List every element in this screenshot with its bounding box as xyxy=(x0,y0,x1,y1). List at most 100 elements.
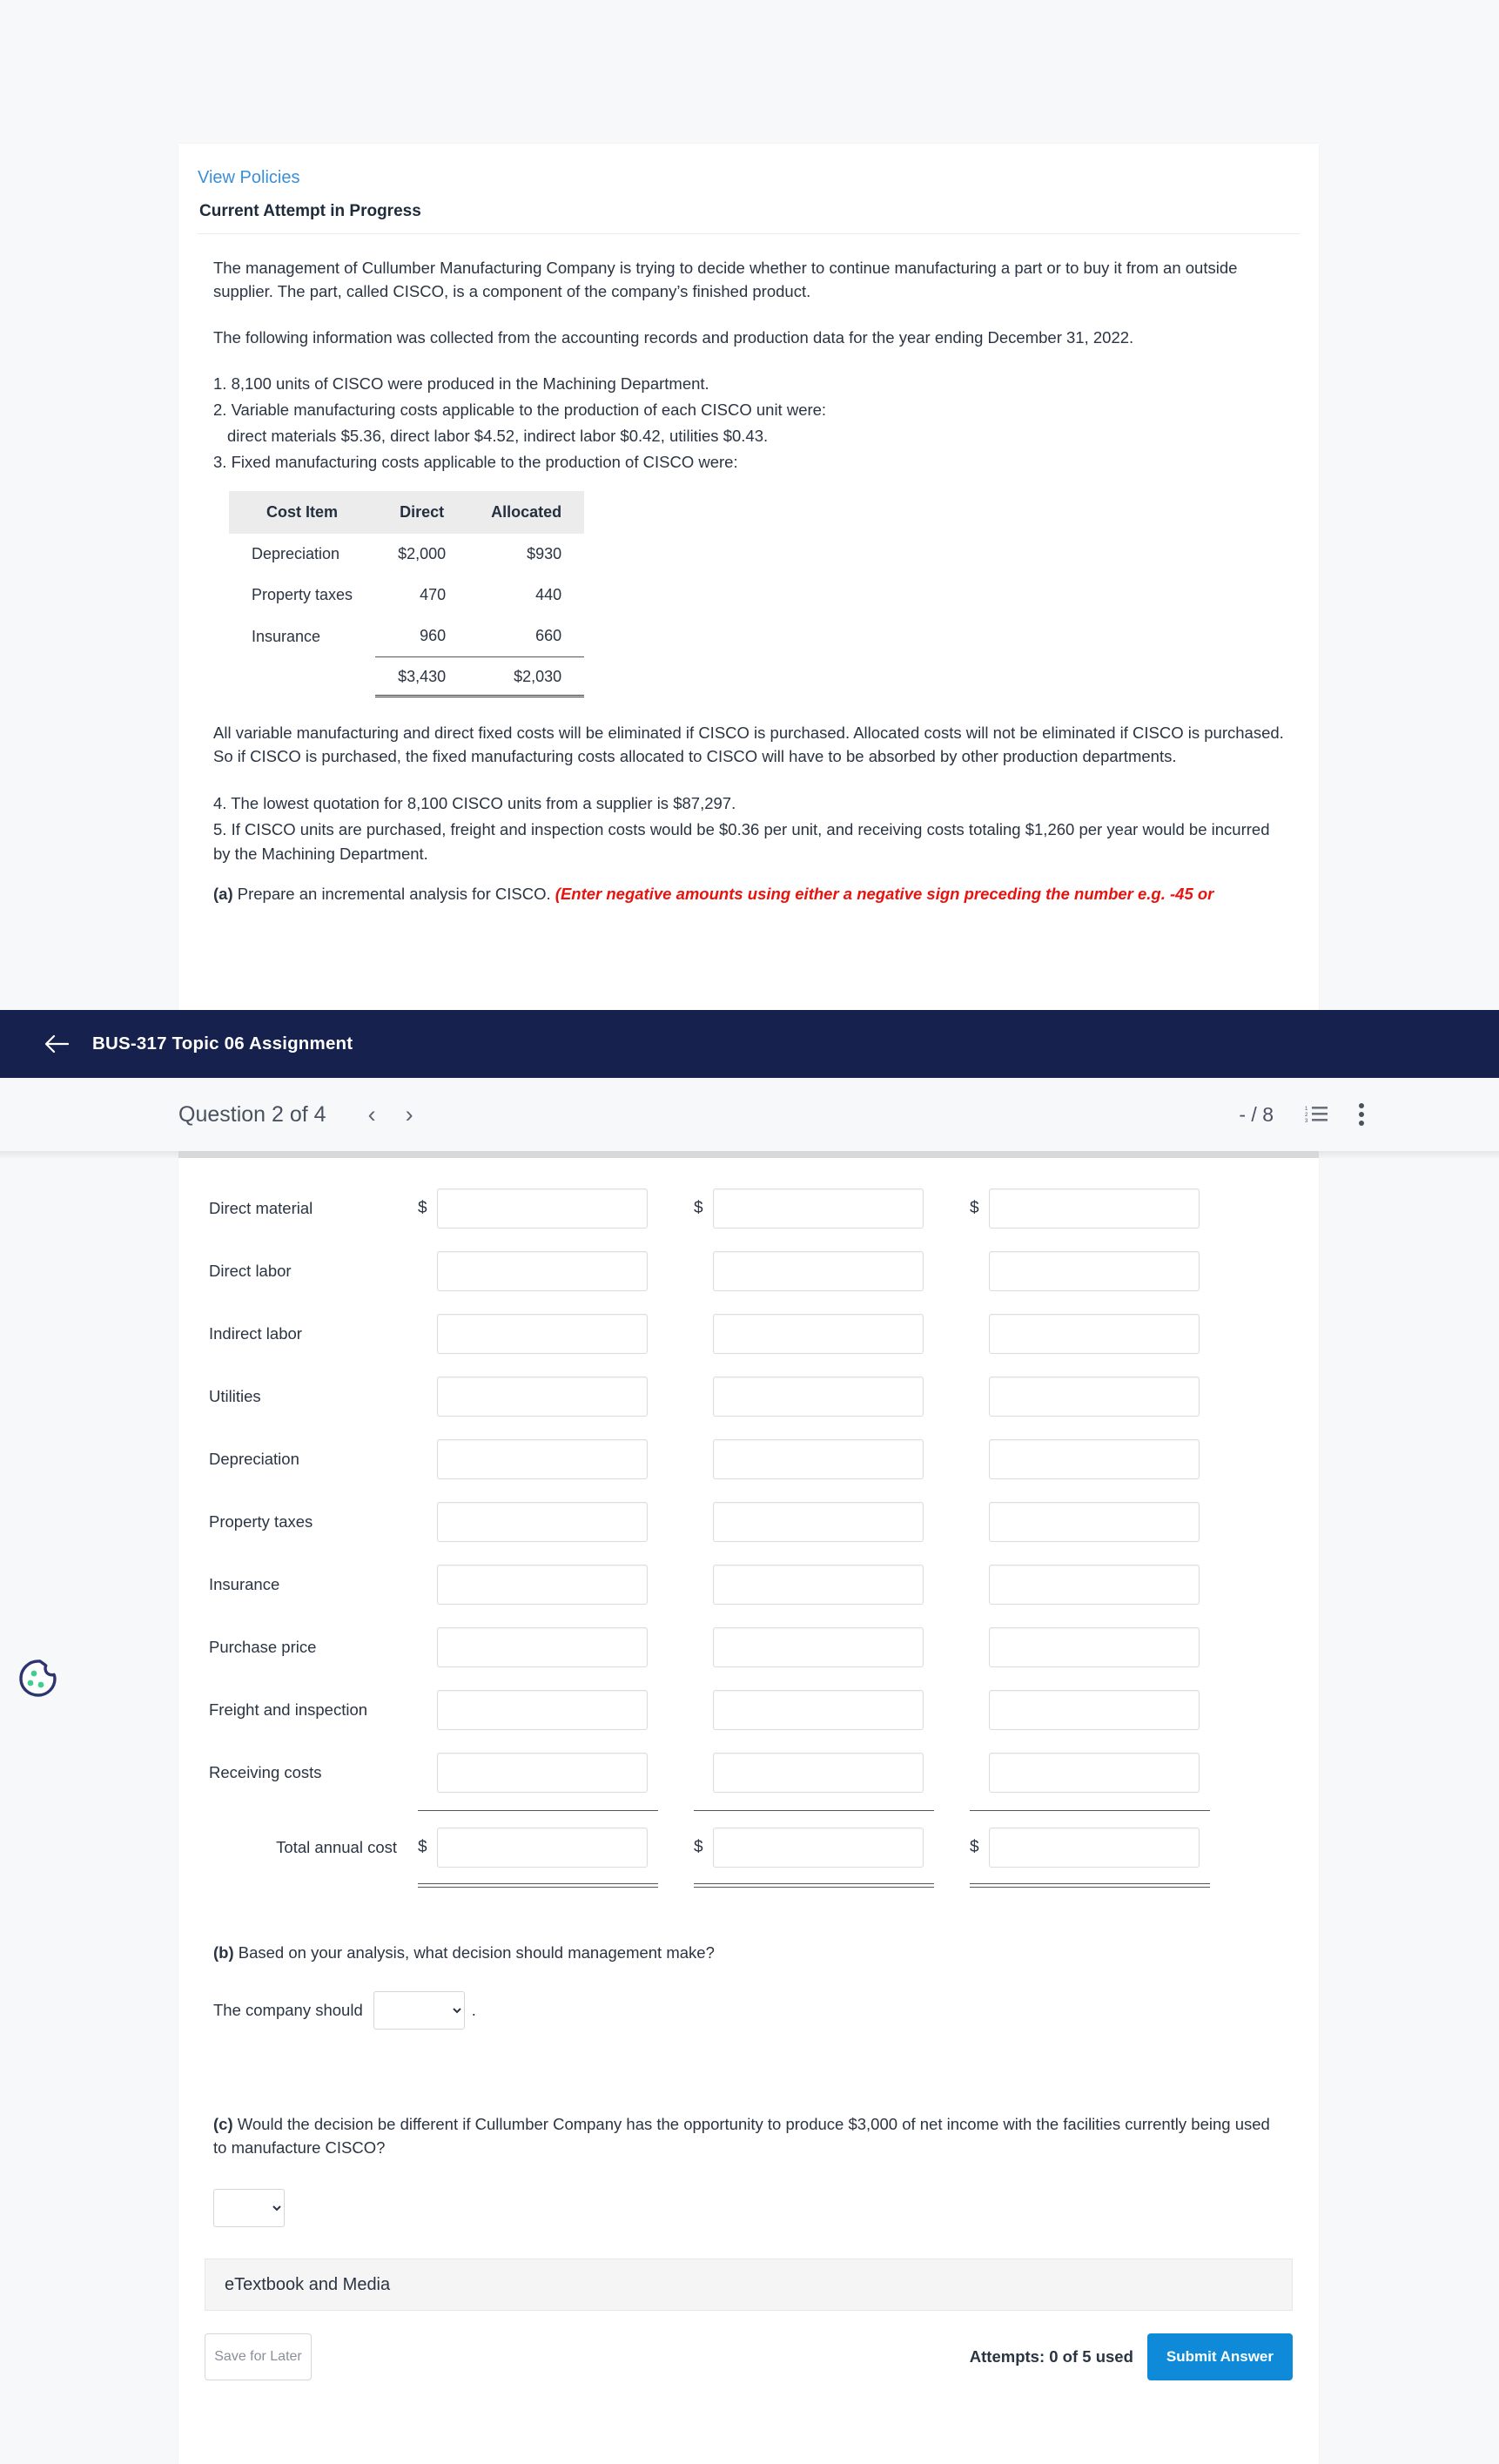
cell-direct: $2,000 xyxy=(398,545,447,563)
scrollbar-thumb[interactable] xyxy=(178,1151,1319,1158)
input-purchase-price-col2[interactable] xyxy=(713,1627,924,1667)
subtotal-rule xyxy=(694,1809,934,1811)
numbered-list-icon[interactable]: 1 2 3 xyxy=(1305,1105,1328,1124)
score-display: - / 8 xyxy=(1239,1102,1274,1126)
cell-item: Depreciation xyxy=(252,545,340,563)
total-double-rule xyxy=(694,1882,934,1888)
cell-item: Property taxes xyxy=(252,586,353,604)
question-paragraph-1: The management of Cullumber Manufacturin… xyxy=(213,259,1238,300)
form-row-direct-material: Direct material $ $ $ xyxy=(178,1177,1319,1240)
kebab-menu-icon[interactable] xyxy=(1359,1103,1364,1126)
input-property-taxes-col1[interactable] xyxy=(437,1502,648,1542)
subtotal-rule xyxy=(970,1809,1210,1811)
part-b-text: Based on your analysis, what decision sh… xyxy=(233,1943,715,1962)
table-total-row: $3,430 $2,030 xyxy=(229,656,585,698)
part-a-note: (Enter negative amounts using either a n… xyxy=(555,885,1214,904)
fact-item-1: 1. 8,100 units of CISCO were produced in… xyxy=(213,374,709,394)
back-arrow-icon[interactable] xyxy=(42,1029,71,1059)
input-direct-labor-col3[interactable] xyxy=(989,1251,1200,1291)
cookie-icon[interactable] xyxy=(14,1654,61,1701)
question-paragraph-3: All variable manufacturing and direct fi… xyxy=(213,724,1284,766)
input-indirect-labor-col1[interactable] xyxy=(437,1314,648,1354)
row-label: Property taxes xyxy=(209,1512,313,1531)
input-purchase-price-col1[interactable] xyxy=(437,1627,648,1667)
etextbook-label: eTextbook and Media xyxy=(225,2274,391,2294)
row-label: Depreciation xyxy=(209,1450,299,1468)
input-direct-material-col2[interactable] xyxy=(713,1188,924,1229)
cell-direct: 470 xyxy=(420,586,447,604)
col-header-cost-item: Cost Item xyxy=(229,491,376,535)
row-label: Direct material xyxy=(209,1199,313,1217)
fixed-cost-table: Cost Item Direct Allocated Depreciation … xyxy=(229,491,585,698)
part-b-decision-select[interactable]: make CISCO buy CISCO xyxy=(373,1990,465,2030)
part-c-decision-select[interactable]: Yes No xyxy=(213,2189,285,2228)
input-receiving-costs-col3[interactable] xyxy=(989,1753,1200,1793)
table-row: Property taxes 470 440 xyxy=(229,575,584,616)
view-policies-link[interactable]: View Policies xyxy=(198,168,317,188)
subtotal-rule xyxy=(418,1809,658,1811)
input-direct-material-col1[interactable] xyxy=(437,1188,648,1229)
cell-direct: 960 xyxy=(420,627,447,645)
previous-question-icon[interactable]: ‹ xyxy=(368,1102,376,1127)
input-receiving-costs-col1[interactable] xyxy=(437,1753,648,1793)
input-insurance-col3[interactable] xyxy=(989,1565,1200,1605)
input-total-annual-cost-col1[interactable] xyxy=(437,1828,648,1868)
input-insurance-col2[interactable] xyxy=(713,1565,924,1605)
horizontal-scrollbar[interactable] xyxy=(0,1151,1499,1158)
input-utilities-col1[interactable] xyxy=(437,1377,648,1417)
question-facts-list: 1. 8,100 units of CISCO were produced in… xyxy=(213,372,1284,474)
row-label: Insurance xyxy=(209,1575,280,1593)
row-label: Utilities xyxy=(209,1387,261,1405)
incremental-analysis-form: Direct material $ $ $ Direct labor $ $ $… xyxy=(178,1158,1319,2384)
input-utilities-col2[interactable] xyxy=(713,1377,924,1417)
input-direct-material-col3[interactable] xyxy=(989,1188,1200,1229)
part-a-label: (a) xyxy=(213,885,233,904)
input-insurance-col1[interactable] xyxy=(437,1565,648,1605)
input-depreciation-col3[interactable] xyxy=(989,1439,1200,1479)
total-double-rule xyxy=(970,1882,1210,1888)
input-depreciation-col1[interactable] xyxy=(437,1439,648,1479)
form-row-insurance: Insurance $ $ $ xyxy=(178,1553,1319,1616)
input-direct-labor-col1[interactable] xyxy=(437,1251,648,1291)
part-a-text: Prepare an incremental analysis for CISC… xyxy=(232,885,555,904)
currency-symbol: $ xyxy=(418,1838,427,1856)
input-freight-and-inspection-col1[interactable] xyxy=(437,1690,648,1730)
input-receiving-costs-col2[interactable] xyxy=(713,1753,924,1793)
etextbook-and-media-bar[interactable]: eTextbook and Media xyxy=(205,2259,1293,2312)
part-b-suffix: . xyxy=(471,2000,476,2019)
input-property-taxes-col3[interactable] xyxy=(989,1502,1200,1542)
input-utilities-col3[interactable] xyxy=(989,1377,1200,1417)
total-double-rule xyxy=(418,1882,658,1888)
col-header-allocated: Allocated xyxy=(468,491,585,535)
part-b-label: (b) xyxy=(213,1943,234,1962)
submit-answer-button[interactable]: Submit Answer xyxy=(1146,2333,1293,2381)
input-depreciation-col2[interactable] xyxy=(713,1439,924,1479)
currency-symbol: $ xyxy=(970,1199,979,1217)
form-row-utilities: Utilities $ $ $ xyxy=(178,1365,1319,1428)
input-property-taxes-col2[interactable] xyxy=(713,1502,924,1542)
row-label: Receiving costs xyxy=(209,1763,322,1781)
form-row-freight-and-inspection: Freight and inspection $ $ $ xyxy=(178,1679,1319,1741)
form-row-direct-labor: Direct labor $ $ $ xyxy=(178,1240,1319,1303)
cell-total-label xyxy=(229,657,375,697)
row-label: Freight and inspection xyxy=(209,1700,368,1719)
fact-item-2-detail: direct materials $5.36, direct labor $4.… xyxy=(227,426,769,445)
part-b-answer-row: The company should make CISCO buy CISCO … xyxy=(178,1990,1319,2030)
input-indirect-labor-col3[interactable] xyxy=(989,1314,1200,1354)
fact-item-5: 5. If CISCO units are purchased, freight… xyxy=(213,819,1270,863)
input-freight-and-inspection-col3[interactable] xyxy=(989,1690,1200,1730)
attempt-status: Current Attempt in Progress xyxy=(198,188,1300,234)
form-row-total-annual-cost: Total annual cost $ $ $ xyxy=(178,1816,1319,1879)
cell-item: Insurance xyxy=(252,627,321,645)
part-c-text: Would the decision be different if Cullu… xyxy=(213,2114,1270,2157)
input-freight-and-inspection-col2[interactable] xyxy=(713,1690,924,1730)
total-double-rule-row xyxy=(178,1879,1319,1891)
next-question-icon[interactable]: › xyxy=(406,1102,413,1127)
input-purchase-price-col3[interactable] xyxy=(989,1627,1200,1667)
answer-form-card: Direct material $ $ $ Direct labor $ $ $… xyxy=(178,1158,1319,2464)
save-for-later-button[interactable]: Save for Later xyxy=(205,2333,312,2381)
input-total-annual-cost-col2[interactable] xyxy=(713,1828,924,1868)
input-total-annual-cost-col3[interactable] xyxy=(989,1828,1200,1868)
input-indirect-labor-col2[interactable] xyxy=(713,1314,924,1354)
input-direct-labor-col2[interactable] xyxy=(713,1251,924,1291)
